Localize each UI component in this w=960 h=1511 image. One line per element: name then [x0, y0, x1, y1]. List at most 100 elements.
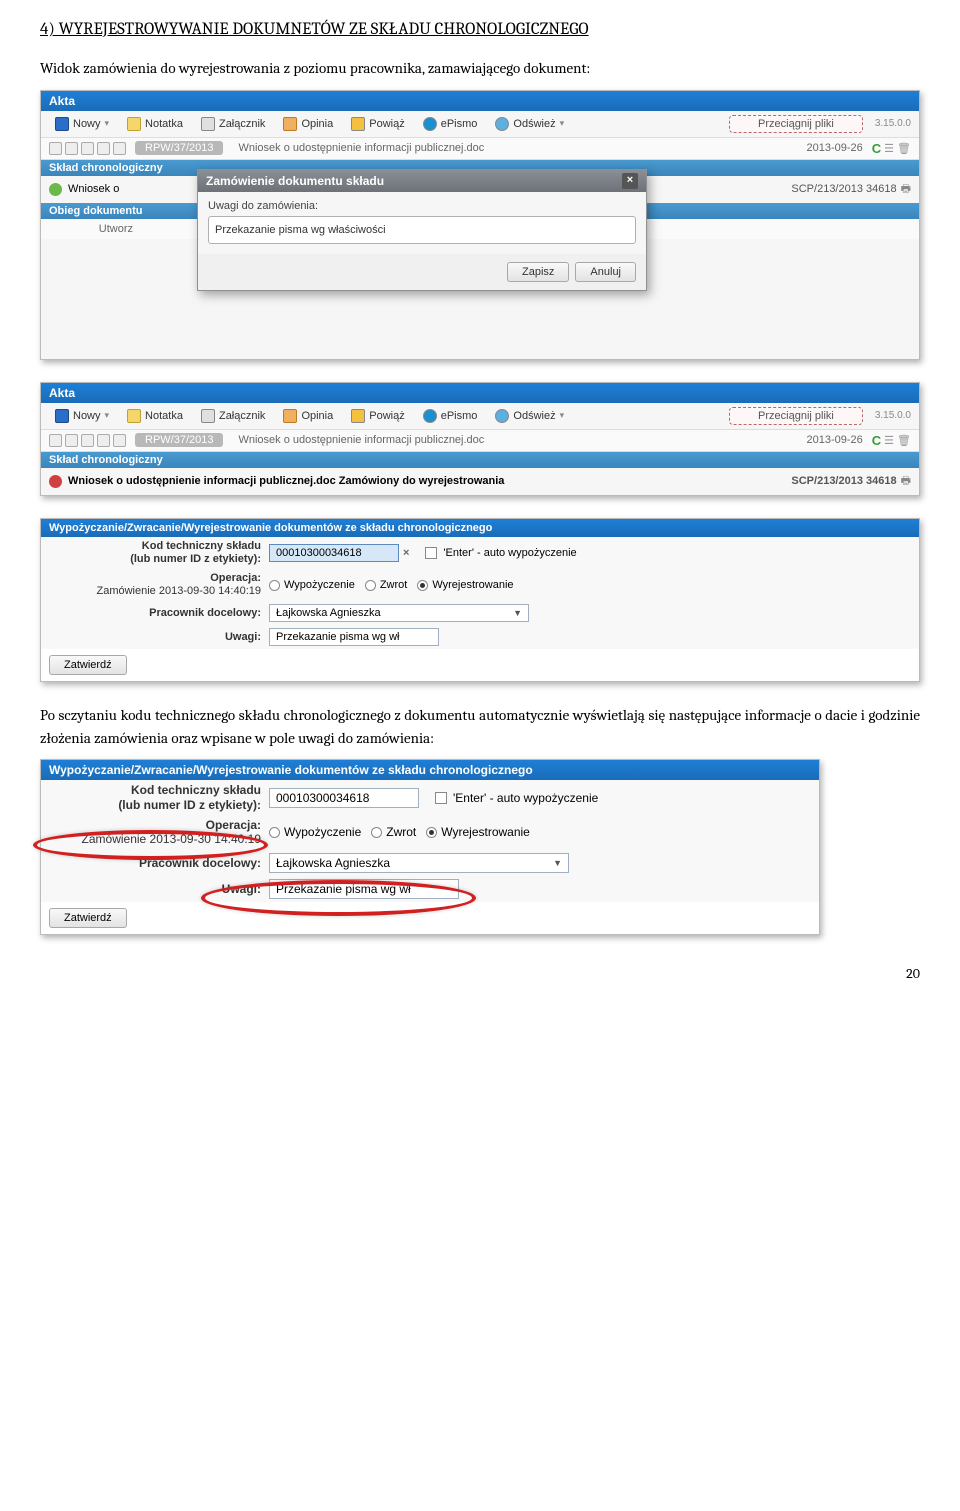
zamowienie-text: Zamówienie 2013-09-30 14:40:19	[49, 585, 261, 598]
pracownik-label: Pracownik docelowy:	[49, 607, 269, 620]
kod-label: Kod techniczny składu (lub numer ID z et…	[49, 783, 269, 812]
operacja-label-text: Operacja:	[49, 818, 261, 832]
zatwierdz-button[interactable]: Zatwierdź	[49, 655, 127, 675]
radio-wyrejestrowanie[interactable]: Wyrejestrowanie	[426, 825, 530, 839]
kod-row: Kod techniczny składu (lub numer ID z et…	[41, 537, 919, 569]
opinion-icon	[283, 409, 297, 423]
kod-input[interactable]	[269, 544, 399, 562]
zalacznik-label: Załącznik	[219, 118, 265, 130]
akta-header: Akta	[41, 91, 919, 111]
odswiez-button[interactable]: Odśwież ▾	[489, 115, 570, 133]
mini-icon[interactable]	[97, 142, 110, 155]
save-button[interactable]: Zapisz	[507, 262, 569, 282]
clear-icon[interactable]: ×	[403, 547, 409, 559]
radio-wypozyczenie[interactable]: Wypożyczenie	[269, 825, 361, 839]
mini-icon[interactable]	[81, 142, 94, 155]
uwagi-input[interactable]	[269, 879, 459, 899]
word-icon	[55, 117, 69, 131]
radio-wypozyczenie[interactable]: Wypożyczenie	[269, 579, 355, 591]
nowy-button[interactable]: Nowy ▾	[49, 115, 115, 133]
mini-icon[interactable]	[81, 434, 94, 447]
dropdown-caret-icon: ▾	[105, 118, 110, 129]
pracownik-row: Pracownik docelowy: Łajkowska Agnieszka …	[41, 601, 919, 625]
odswiez-button[interactable]: Odśwież ▾	[489, 407, 570, 425]
scp-text: SCP/213/2013 34618	[791, 475, 896, 487]
section-heading: 4) WYREJESTROWYWANIE DOKUMNETÓW ZE SKŁAD…	[40, 20, 920, 39]
powiaz-label: Powiąż	[369, 118, 404, 130]
opinia-button[interactable]: Opinia	[277, 407, 339, 425]
mini-icon[interactable]	[49, 434, 62, 447]
refresh-green-icon[interactable]: C	[872, 433, 881, 448]
pracownik-combo[interactable]: Łajkowska Agnieszka ▼	[269, 604, 529, 622]
epismo-button[interactable]: ePismo	[417, 407, 484, 425]
uwagi-input[interactable]	[269, 628, 439, 646]
zamowienie-text: Zamówienie 2013-09-30 14:40:19	[49, 832, 261, 846]
list-icon[interactable]: ☰	[884, 434, 894, 447]
kod-label: Kod techniczny składu (lub numer ID z et…	[49, 540, 269, 566]
zalacznik-button[interactable]: Załącznik	[195, 407, 271, 425]
pracownik-label: Pracownik docelowy:	[49, 856, 269, 870]
mini-icon[interactable]	[65, 142, 78, 155]
note-icon	[127, 117, 141, 131]
sklad-header: Skład chronologiczny	[41, 452, 919, 468]
powiaz-button[interactable]: Powiąż	[345, 407, 410, 425]
kod-input[interactable]	[269, 788, 419, 808]
drag-files-area[interactable]: Przeciągnij pliki	[729, 407, 863, 425]
cancel-button[interactable]: Anuluj	[575, 262, 636, 282]
sklad-file-ordered: Wniosek o udostępnienie informacji publi…	[68, 475, 504, 487]
epismo-button[interactable]: ePismo	[417, 115, 484, 133]
powiaz-button[interactable]: Powiąż	[345, 115, 410, 133]
notatka-button[interactable]: Notatka	[121, 407, 189, 425]
modal-remarks-input[interactable]	[208, 216, 636, 244]
radio-zwrot[interactable]: Zwrot	[365, 579, 408, 591]
pracownik-combo[interactable]: Łajkowska Agnieszka ▼	[269, 853, 569, 873]
trash-icon[interactable]: 🗑	[897, 434, 911, 447]
link-icon	[351, 117, 365, 131]
nowy-button[interactable]: Nowy ▾	[49, 407, 115, 425]
radio-wyrejestrowanie[interactable]: Wyrejestrowanie	[417, 579, 513, 591]
notatka-button[interactable]: Notatka	[121, 115, 189, 133]
radio-icon	[426, 827, 437, 838]
refresh-green-icon[interactable]: C	[872, 141, 881, 156]
zalacznik-button[interactable]: Załącznik	[195, 115, 271, 133]
operacja-row: Operacja: Zamówienie 2013-09-30 14:40:19…	[41, 815, 819, 850]
radio-label: Zwrot	[386, 825, 416, 839]
row-actions: C ☰ 🗑	[872, 433, 911, 448]
radio-icon	[269, 827, 280, 838]
file-name: Wniosek o udostępnienie informacji publi…	[232, 142, 803, 154]
drag-files-area[interactable]: Przeciągnij pliki	[729, 115, 863, 133]
date-text: 2013-09-26	[806, 434, 862, 446]
auto-checkbox[interactable]	[435, 792, 447, 804]
radio-icon	[371, 827, 382, 838]
zatwierdz-button[interactable]: Zatwierdź	[49, 908, 127, 928]
odswiez-label: Odśwież	[513, 118, 555, 130]
mini-icon[interactable]	[113, 142, 126, 155]
page-number: 20	[40, 965, 920, 982]
modal-close-button[interactable]: ×	[622, 173, 638, 189]
toolbar: Nowy ▾ Notatka Załącznik Opinia Powiąż e…	[41, 111, 919, 138]
x-icon[interactable]	[49, 475, 62, 488]
print-icon[interactable]: 🖶	[901, 180, 911, 199]
trash-icon[interactable]: 🗑	[897, 142, 911, 155]
loan-form-panel-marked: Wypożyczanie/Zwracanie/Wyrejestrowanie d…	[40, 759, 820, 935]
akta-panel-1: Akta Nowy ▾ Notatka Załącznik Opinia Pow…	[40, 90, 920, 360]
mini-icon[interactable]	[65, 434, 78, 447]
notatka-label: Notatka	[145, 118, 183, 130]
list-icon[interactable]: ☰	[884, 142, 894, 155]
word-icon	[55, 409, 69, 423]
mini-icon[interactable]	[113, 434, 126, 447]
auto-checkbox[interactable]	[425, 547, 437, 559]
opinia-button[interactable]: Opinia	[277, 115, 339, 133]
print-icon[interactable]: 🖶	[901, 472, 911, 491]
plus-icon[interactable]	[49, 183, 62, 196]
kod-row: Kod techniczny składu (lub numer ID z et…	[41, 780, 819, 815]
version-text: 3.15.0.0	[875, 410, 911, 421]
radio-icon	[365, 580, 376, 591]
odswiez-label: Odśwież	[513, 410, 555, 422]
chevron-down-icon: ▼	[553, 858, 562, 868]
radio-zwrot[interactable]: Zwrot	[371, 825, 416, 839]
operacja-label: Operacja: Zamówienie 2013-09-30 14:40:19	[49, 572, 269, 598]
order-modal: Zamówienie dokumentu składu × Uwagi do z…	[197, 169, 647, 291]
mini-icon[interactable]	[49, 142, 62, 155]
mini-icon[interactable]	[97, 434, 110, 447]
